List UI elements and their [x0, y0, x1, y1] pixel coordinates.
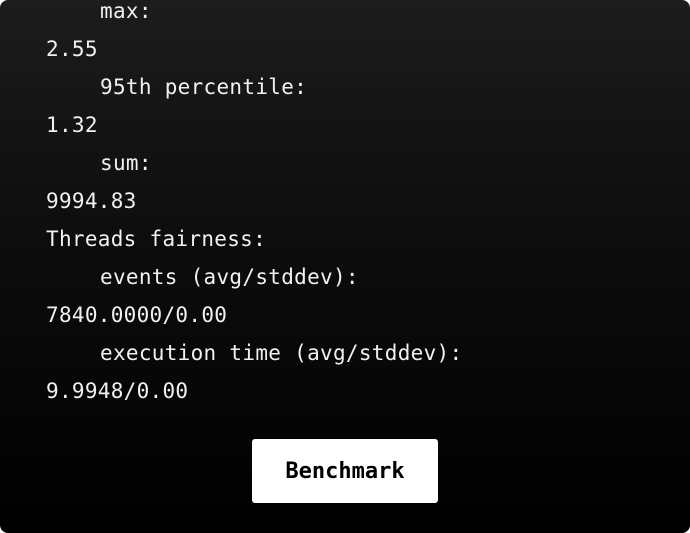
- terminal-output: max: 2.55 95th percentile: 1.32 sum: 999…: [46, 0, 666, 410]
- output-line: 9.9948/0.00: [46, 379, 189, 403]
- benchmark-output-panel: max: 2.55 95th percentile: 1.32 sum: 999…: [0, 0, 690, 533]
- output-line: 2.55: [46, 37, 98, 61]
- output-line: 9994.83: [46, 189, 137, 213]
- benchmark-button[interactable]: Benchmark: [252, 439, 438, 503]
- output-line: 7840.0000/0.00: [46, 303, 228, 327]
- output-line: sum:: [100, 151, 152, 175]
- output-line: max:: [100, 0, 152, 23]
- output-line: Threads fairness:: [46, 227, 267, 251]
- output-line: 1.32: [46, 113, 98, 137]
- output-line: events (avg/stddev):: [100, 265, 359, 289]
- output-line: execution time (avg/stddev):: [100, 341, 463, 365]
- output-line: 95th percentile:: [100, 75, 308, 99]
